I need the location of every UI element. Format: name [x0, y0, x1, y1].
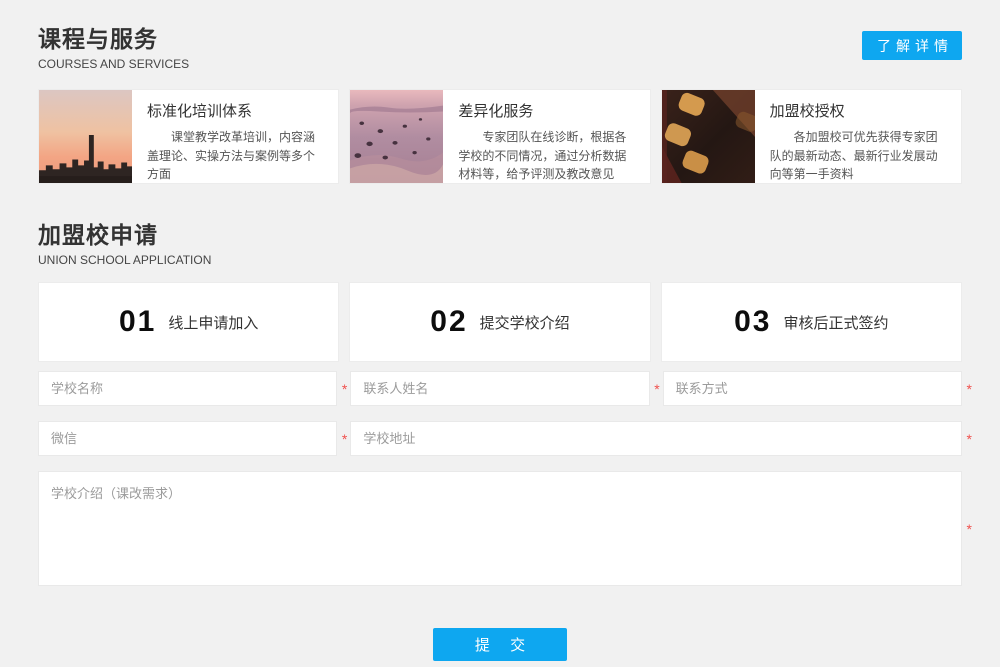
- required-asterisk: *: [342, 382, 347, 396]
- school-address-input[interactable]: [350, 421, 962, 456]
- required-asterisk: *: [967, 522, 972, 536]
- submit-row: 提 交: [38, 628, 962, 661]
- card-description: 各加盟校可优先获得专家团队的最新动态、最新行业发展动向等第一手资料: [770, 128, 949, 184]
- application-subtitle: UNION SCHOOL APPLICATION: [38, 253, 962, 267]
- school-address-field: *: [350, 421, 962, 456]
- contact-method-field: *: [663, 371, 962, 406]
- required-asterisk: *: [654, 382, 659, 396]
- step-label: 线上申请加入: [168, 312, 258, 333]
- required-asterisk: *: [967, 432, 972, 446]
- city-skyline-sunset-photo: [39, 90, 132, 183]
- application-title: 加盟校申请: [38, 216, 962, 250]
- wechat-input[interactable]: [38, 421, 337, 456]
- step-number: 03: [734, 305, 771, 339]
- card-text: 标准化培训体系 课堂教学改革培训，内容涵盖理论、实操方法与案例等多个方面: [132, 90, 338, 183]
- contact-method-input[interactable]: [663, 371, 962, 406]
- course-cards-row: 标准化培训体系 课堂教学改革培训，内容涵盖理论、实操方法与案例等多个方面: [38, 89, 962, 184]
- card-title: 加盟校授权: [770, 100, 949, 121]
- course-card-standardized-training: 标准化培训体系 课堂教学改革培训，内容涵盖理论、实操方法与案例等多个方面: [38, 89, 339, 184]
- required-asterisk: *: [967, 382, 972, 396]
- step-submit-intro: 02 提交学校介绍: [349, 282, 650, 362]
- film-strip-photo: [662, 90, 755, 183]
- desert-dusk-photo: [350, 90, 443, 183]
- submit-button[interactable]: 提 交: [433, 628, 567, 661]
- contact-name-input[interactable]: [350, 371, 649, 406]
- step-number: 01: [119, 305, 156, 339]
- learn-more-button[interactable]: 了解详情: [862, 31, 962, 60]
- application-section: 加盟校申请 UNION SCHOOL APPLICATION 01 线上申请加入…: [38, 216, 962, 661]
- step-label: 提交学校介绍: [480, 312, 570, 333]
- page-root: 课程与服务 COURSES AND SERVICES 了解详情: [0, 0, 1000, 661]
- courses-section-header: 课程与服务 COURSES AND SERVICES 了解详情: [38, 20, 962, 71]
- school-name-input[interactable]: [38, 371, 337, 406]
- school-intro-textarea[interactable]: [38, 471, 962, 586]
- course-card-franchise-authorization: 加盟校授权 各加盟校可优先获得专家团队的最新动态、最新行业发展动向等第一手资料: [661, 89, 962, 184]
- application-steps-row: 01 线上申请加入 02 提交学校介绍 03 审核后正式签约: [38, 282, 962, 362]
- card-description: 课堂教学改革培训，内容涵盖理论、实操方法与案例等多个方面: [147, 128, 326, 184]
- courses-subtitle: COURSES AND SERVICES: [38, 57, 962, 71]
- application-section-header: 加盟校申请 UNION SCHOOL APPLICATION: [38, 216, 962, 267]
- contact-name-field: *: [350, 371, 649, 406]
- courses-section: 课程与服务 COURSES AND SERVICES 了解详情: [38, 20, 962, 184]
- card-title: 差异化服务: [458, 100, 637, 121]
- application-form: * * * * * *: [38, 371, 962, 586]
- card-description: 专家团队在线诊断，根据各学校的不同情况，通过分析数据材料等，给予评测及教改意见: [458, 128, 637, 184]
- step-label: 审核后正式签约: [784, 312, 889, 333]
- card-text: 加盟校授权 各加盟校可优先获得专家团队的最新动态、最新行业发展动向等第一手资料: [755, 90, 961, 183]
- step-number: 02: [430, 305, 467, 339]
- card-text: 差异化服务 专家团队在线诊断，根据各学校的不同情况，通过分析数据材料等，给予评测…: [443, 90, 649, 183]
- school-intro-field: *: [38, 471, 962, 586]
- course-card-differentiated-service: 差异化服务 专家团队在线诊断，根据各学校的不同情况，通过分析数据材料等，给予评测…: [349, 89, 650, 184]
- card-title: 标准化培训体系: [147, 100, 326, 121]
- step-sign-contract: 03 审核后正式签约: [661, 282, 962, 362]
- required-asterisk: *: [342, 432, 347, 446]
- step-apply-online: 01 线上申请加入: [38, 282, 339, 362]
- wechat-field: *: [38, 421, 337, 456]
- courses-title: 课程与服务: [38, 20, 962, 54]
- school-name-field: *: [38, 371, 337, 406]
